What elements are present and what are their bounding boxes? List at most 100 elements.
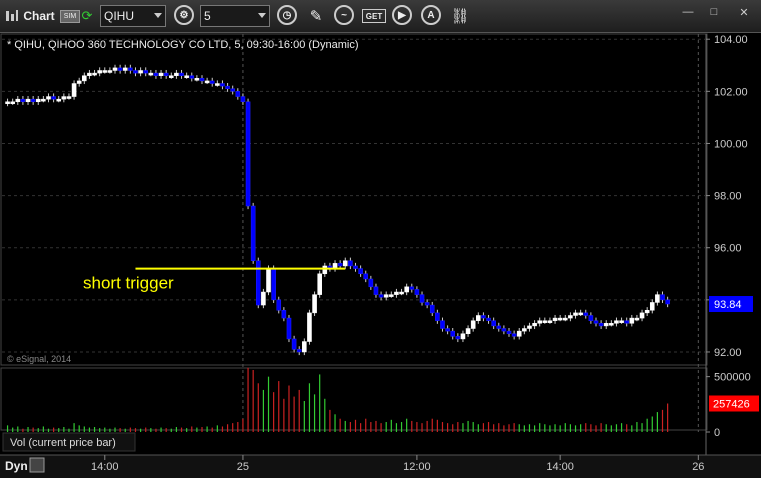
candle-body (71, 83, 77, 97)
candle-body (598, 323, 604, 327)
candle-body (163, 72, 169, 76)
candle-body (342, 260, 348, 267)
candle-body (496, 325, 502, 329)
candle-body (266, 268, 271, 293)
candle-body (547, 320, 553, 323)
candle-body (158, 72, 164, 76)
time-tick-label: 12:00 (403, 461, 431, 473)
candle-body (322, 265, 328, 275)
candle-body (578, 312, 583, 316)
candle-body (209, 80, 215, 84)
candle-body (573, 312, 578, 316)
candle-body (383, 294, 389, 298)
candle-body (312, 294, 317, 314)
candle-body (532, 323, 537, 327)
candle-body (511, 333, 517, 337)
candle-body (649, 302, 655, 311)
candle-body (445, 328, 450, 332)
candle-body (552, 317, 558, 321)
candle-body (174, 72, 179, 76)
candle-body (557, 317, 563, 321)
price-chart[interactable]: 104.00102.00100.0098.0096.0094.0092.00sh… (0, 0, 761, 478)
candle-body (353, 265, 358, 269)
candle-body (250, 205, 256, 261)
candle-body (102, 70, 108, 73)
last-volume-label: 257426 (713, 398, 750, 410)
candle-body (133, 70, 138, 74)
candle-body (255, 260, 261, 306)
candle-body (450, 330, 456, 337)
candle-body (76, 80, 82, 84)
candle-body (112, 67, 118, 71)
candle-body (215, 83, 220, 86)
volume-pane (0, 367, 708, 431)
candle-body (634, 317, 640, 321)
time-tick-label: 14:00 (91, 461, 119, 473)
last-price-label: 93.84 (714, 299, 742, 311)
candle-body (486, 317, 491, 321)
volume-tick-label: 500000 (714, 372, 751, 384)
candle-body (358, 268, 363, 275)
candle-body (542, 320, 548, 323)
candle-body (440, 320, 445, 329)
candle-body (225, 85, 230, 89)
candle-body (378, 294, 384, 298)
candle-body (337, 263, 343, 267)
candle-body (644, 310, 650, 314)
price-tick-label: 104.00 (714, 34, 748, 46)
candle-body (10, 101, 15, 105)
candle-body (168, 75, 174, 78)
candle-body (296, 349, 302, 353)
candle-body (220, 83, 225, 87)
candle-body (184, 75, 189, 78)
candle-body (465, 328, 471, 334)
candle-body (291, 338, 297, 350)
candle-body (501, 328, 507, 332)
candle-body (128, 67, 133, 71)
candle-body (122, 67, 128, 71)
candle-body (609, 323, 614, 326)
candle-body (655, 294, 660, 303)
candle-body (286, 317, 292, 340)
candle-body (414, 289, 420, 295)
candle-body (624, 320, 629, 324)
candle-body (56, 98, 62, 102)
candle-body (419, 294, 425, 303)
candle-body (25, 98, 31, 103)
candle-body (614, 320, 619, 324)
candle-body (179, 72, 184, 76)
candle-body (665, 299, 670, 305)
volume-study-label: Vol (current price bar) (10, 437, 116, 449)
price-tick-label: 92.00 (714, 347, 742, 359)
candle-body (235, 91, 241, 97)
candle-body (394, 291, 399, 295)
candle-body (204, 80, 210, 84)
candle-body (348, 260, 353, 267)
candle-body (527, 325, 532, 329)
candle-body (317, 273, 322, 295)
price-tick-label: 100.00 (714, 138, 748, 150)
candle-body (143, 70, 149, 74)
candle-body (429, 304, 435, 314)
candle-body (522, 328, 527, 332)
candle-body (660, 294, 665, 301)
candle-body (639, 312, 645, 319)
candle-body (66, 96, 72, 99)
candle-body (46, 96, 51, 100)
candle-body (276, 299, 282, 311)
candle-body (481, 315, 486, 319)
candle-body (409, 286, 415, 290)
candle-body (41, 98, 46, 102)
candle-body (455, 336, 461, 340)
candle-body (51, 96, 56, 100)
candle-body (373, 286, 379, 295)
dynamic-label[interactable]: Dyn (5, 459, 28, 473)
lock-icon[interactable] (29, 457, 45, 473)
candle-body (629, 317, 635, 324)
short-trigger-label: short trigger (83, 274, 174, 293)
candle-body (435, 312, 440, 321)
candle-body (230, 88, 235, 92)
candle-body (281, 310, 287, 319)
candle-body (87, 72, 92, 76)
candle-body (619, 320, 624, 323)
